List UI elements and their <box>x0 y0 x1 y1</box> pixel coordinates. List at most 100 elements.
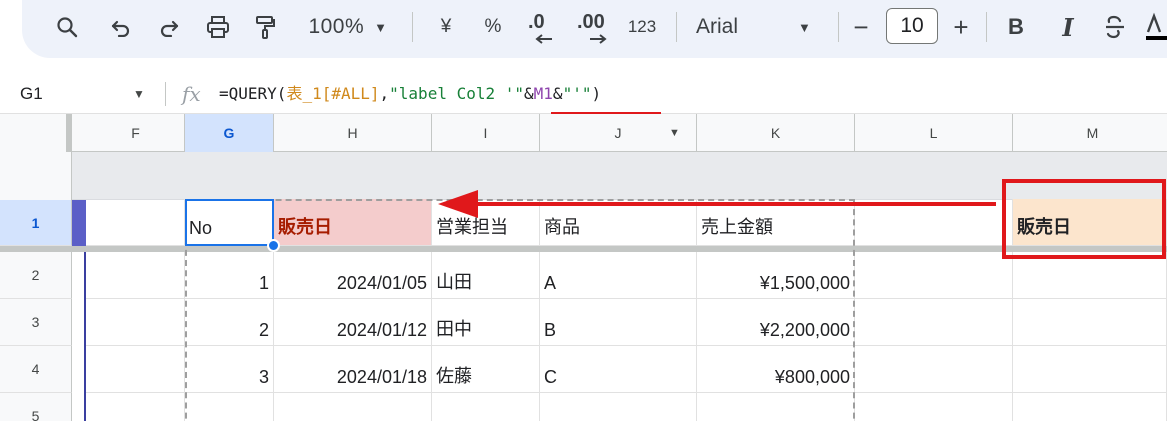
cell-j5[interactable] <box>540 393 697 421</box>
strikethrough-icon[interactable] <box>1100 0 1130 54</box>
percent-format-button[interactable]: % <box>478 0 508 54</box>
decrease-font-size-button[interactable]: − <box>848 0 874 54</box>
cell-g2[interactable]: 1 <box>185 252 274 299</box>
increase-decimal-button[interactable]: .00 <box>574 0 614 54</box>
cell-g4[interactable]: 3 <box>185 346 274 393</box>
row-header-3[interactable]: 3 <box>0 299 72 346</box>
bold-button[interactable]: B <box>1002 0 1030 54</box>
cell-k3[interactable]: ¥2,200,000 <box>697 299 855 346</box>
text-color-icon[interactable] <box>1146 0 1167 54</box>
redo-icon[interactable] <box>154 0 184 54</box>
font-name: Arial <box>696 15 739 38</box>
column-header-row: F G H I J ▼ K L M <box>0 114 1167 152</box>
row-header-2[interactable]: 2 <box>0 252 72 299</box>
arrow-right-icon <box>590 34 607 44</box>
cell-m1[interactable]: 販売日 <box>1013 199 1167 246</box>
cell-k1[interactable]: 売上金額 <box>697 199 855 246</box>
font-size-input[interactable]: 10 <box>886 8 938 44</box>
column-header-m[interactable]: M <box>1013 114 1167 152</box>
number-format-button[interactable]: 123 <box>624 0 660 54</box>
freeze-handle-vertical[interactable] <box>66 114 72 152</box>
column-filter-dropdown-icon[interactable]: ▼ <box>669 114 680 152</box>
column-header-g[interactable]: G <box>185 114 274 152</box>
column-header-k[interactable]: K <box>697 114 855 152</box>
cell-l3[interactable] <box>855 299 1013 346</box>
cell-i4[interactable]: 佐藤 <box>432 346 540 393</box>
cell-h5[interactable] <box>274 393 432 421</box>
cell-j1[interactable]: 商品 <box>540 199 697 246</box>
formula-cell-ref: M1 <box>533 84 553 103</box>
select-all-corner[interactable] <box>0 114 72 152</box>
cell-j4[interactable]: C <box>540 346 697 393</box>
column-header-f[interactable]: F <box>87 114 185 152</box>
search-icon[interactable] <box>52 0 82 54</box>
cell-f1[interactable] <box>86 199 185 246</box>
cell-f4[interactable] <box>86 346 185 393</box>
row-header-4[interactable]: 4 <box>0 346 72 393</box>
fill-handle[interactable] <box>267 239 280 252</box>
formula-string-1: "label Col2 '" <box>389 84 525 103</box>
row-header-5[interactable]: 5 <box>0 393 72 421</box>
print-icon[interactable] <box>202 0 234 54</box>
cell-m4[interactable] <box>1013 346 1167 393</box>
cell-j2[interactable]: A <box>540 252 697 299</box>
cell-i3[interactable]: 田中 <box>432 299 540 346</box>
cell-j3[interactable]: B <box>540 299 697 346</box>
paint-format-icon[interactable] <box>250 0 280 54</box>
toolbar-divider <box>838 12 839 42</box>
toolbar-divider <box>986 12 987 42</box>
toolbar-divider <box>412 12 413 42</box>
toolbar-divider <box>676 12 677 42</box>
cell-l2[interactable] <box>855 252 1013 299</box>
zoom-select[interactable]: 100% ▼ <box>302 0 394 54</box>
cell-l1[interactable] <box>855 199 1013 246</box>
cell-g3[interactable]: 2 <box>185 299 274 346</box>
column-header-l[interactable]: L <box>855 114 1013 152</box>
cell-l5[interactable] <box>855 393 1013 421</box>
cell-i1[interactable]: 営業担当 <box>432 199 540 246</box>
formula-string-2: "'" <box>562 84 592 103</box>
cell-g1[interactable]: No <box>185 199 274 246</box>
cell-h2[interactable]: 2024/01/05 <box>274 252 432 299</box>
zoom-value: 100% <box>308 15 365 38</box>
cell-m3[interactable] <box>1013 299 1167 346</box>
cell-f5[interactable] <box>86 393 185 421</box>
cell-h3[interactable]: 2024/01/12 <box>274 299 432 346</box>
cell-k5[interactable] <box>697 393 855 421</box>
column-header-i[interactable]: I <box>432 114 540 152</box>
italic-button[interactable]: I <box>1054 0 1082 54</box>
cell-f3[interactable] <box>86 299 185 346</box>
cell-m5[interactable] <box>1013 393 1167 421</box>
formula-comma: , <box>379 84 390 103</box>
cell-g5[interactable] <box>185 393 274 421</box>
cell-k4[interactable]: ¥800,000 <box>697 346 855 393</box>
name-box[interactable]: G1 <box>20 74 43 114</box>
fx-icon: fx <box>182 82 201 106</box>
row-header-1[interactable]: 1 <box>0 200 72 246</box>
cell-h1[interactable]: 販売日 <box>274 199 432 246</box>
cell-f2[interactable] <box>86 252 185 299</box>
decrease-decimal-button[interactable]: .0 <box>524 0 560 54</box>
formula-close: ) <box>591 84 602 103</box>
cell-l4[interactable] <box>855 346 1013 393</box>
undo-icon[interactable] <box>106 0 136 54</box>
formula-table-ref: 表_1[#ALL] <box>286 84 380 103</box>
cell-k2[interactable]: ¥1,500,000 <box>697 252 855 299</box>
increase-decimal-label: .00 <box>577 11 605 33</box>
arrow-left-icon <box>535 34 552 44</box>
cell-i5[interactable] <box>432 393 540 421</box>
cell-m2[interactable] <box>1013 252 1167 299</box>
formula-prefix: =QUERY( <box>219 84 287 103</box>
toolbar: 100% ▼ ¥ % .0 .00 123 Arial ▼ − 10 + B I <box>0 0 1167 74</box>
cell-h4[interactable]: 2024/01/18 <box>274 346 432 393</box>
formula-bar: G1 ▼ fx =QUERY(表_1[#ALL],"label Col2 '"&… <box>0 74 1167 114</box>
currency-format-button[interactable]: ¥ <box>432 0 460 54</box>
chevron-down-icon: ▼ <box>798 19 811 35</box>
column-header-h[interactable]: H <box>274 114 432 152</box>
formula-input[interactable]: =QUERY(表_1[#ALL],"label Col2 '"&M1&"'") <box>219 74 601 114</box>
increase-font-size-button[interactable]: + <box>948 0 974 54</box>
cell-i2[interactable]: 山田 <box>432 252 540 299</box>
font-select[interactable]: Arial ▼ <box>696 0 828 54</box>
formula-amp-1: & <box>524 84 534 103</box>
chevron-down-icon[interactable]: ▼ <box>133 74 145 114</box>
